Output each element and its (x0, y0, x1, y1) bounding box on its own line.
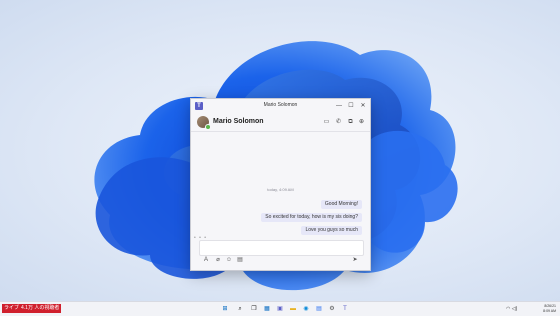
title-bar[interactable]: T Mario Solomon — ☐ ✕ (191, 99, 370, 113)
close-button[interactable]: ✕ (357, 101, 369, 111)
format-icon[interactable]: A (202, 256, 210, 264)
store-icon[interactable]: ▤ (315, 305, 323, 313)
taskbar-clock[interactable]: 8/26/21 8:09 AM (526, 304, 556, 314)
header-divider (191, 131, 370, 132)
maximize-button[interactable]: ☐ (345, 101, 357, 111)
chat-icon[interactable]: ▣ (276, 305, 284, 313)
phone-call-icon[interactable]: ✆ (334, 118, 343, 126)
desktop-wallpaper: T Mario Solomon — ☐ ✕ Mario Solomon ▭ ✆ … (0, 0, 560, 301)
message-bubble[interactable]: Good Morning! (320, 200, 362, 209)
live-label: ライブ (4, 305, 20, 311)
clock-date: 8:09 AM (543, 309, 556, 313)
presence-available-icon (205, 124, 211, 130)
screen-share-icon[interactable]: ⧉ (346, 118, 355, 126)
message-bubble[interactable]: Love you guys so much (301, 226, 362, 235)
message-bubble[interactable]: So excited for today, how is my sis doin… (261, 213, 362, 222)
attach-icon[interactable]: ⌀ (214, 256, 222, 264)
live-viewers-badge: ライブ 4.1万 人の視聴者 (2, 304, 62, 313)
message-compose-box[interactable] (199, 240, 364, 256)
gif-icon[interactable]: ▤ (236, 256, 244, 264)
system-tray-icons[interactable]: ◠ ◁) (506, 305, 517, 313)
taskbar: ライブ 4.1万 人の視聴者 ⊞ ⌕ ❐ ▦ ▣ ▬ ◉ ▤ ⚙ T ◠ ◁) 8… (0, 301, 560, 316)
viewer-count: 4.1万 人の視聴者 (21, 305, 60, 311)
teams-chat-window[interactable]: T Mario Solomon — ☐ ✕ Mario Solomon ▭ ✆ … (190, 98, 371, 271)
conversation-timestamp: today, 4:09 AM (267, 187, 294, 192)
edge-icon[interactable]: ◉ (302, 305, 310, 313)
minimize-button[interactable]: — (333, 101, 345, 111)
video-call-icon[interactable]: ▭ (322, 118, 331, 126)
send-icon[interactable]: ➤ (351, 256, 359, 264)
emoji-icon[interactable]: ☺ (225, 256, 233, 264)
add-people-icon[interactable]: ⊕ (357, 118, 366, 126)
file-explorer-icon[interactable]: ▬ (289, 305, 297, 313)
teams-icon[interactable]: T (341, 305, 349, 313)
contact-name[interactable]: Mario Solomon (213, 118, 264, 125)
search-icon[interactable]: ⌕ (236, 305, 244, 313)
settings-icon[interactable]: ⚙ (328, 305, 336, 313)
task-view-icon[interactable]: ❐ (250, 305, 258, 313)
widgets-icon[interactable]: ▦ (263, 305, 271, 313)
start-icon[interactable]: ⊞ (221, 305, 229, 313)
chat-header: Mario Solomon ▭ ✆ ⧉ ⊕ (191, 113, 370, 131)
